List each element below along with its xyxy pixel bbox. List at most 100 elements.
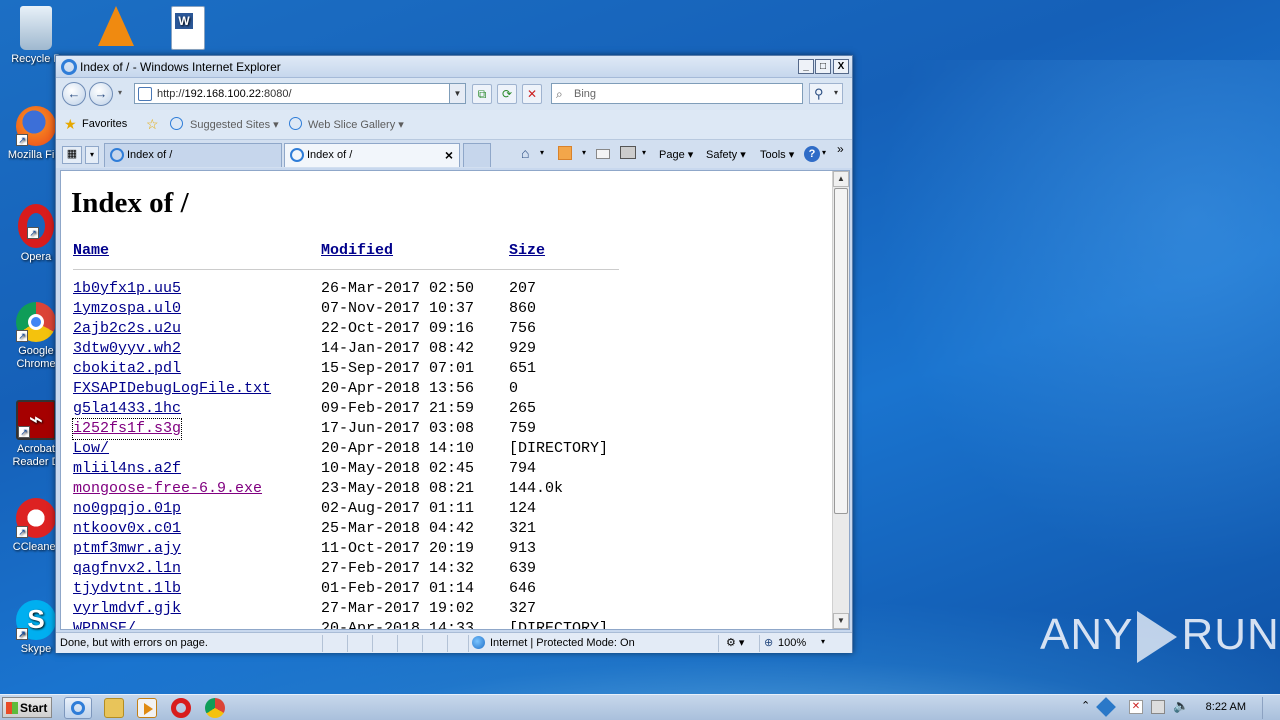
file-link[interactable]: no0gpqjo.01p [73, 499, 181, 519]
action-center-icon[interactable]: ✕ [1129, 700, 1143, 714]
compatibility-view-button[interactable]: ⧉ [472, 84, 492, 104]
modified-date: 20-Apr-2018 14:33 [321, 620, 475, 630]
file-link[interactable]: FXSAPIDebugLogFile.txt [73, 379, 271, 399]
help-icon[interactable]: ? [804, 146, 820, 162]
vertical-scrollbar[interactable]: ▲ ▼ [832, 171, 849, 629]
status-text: Done, but with errors on page. [60, 637, 208, 649]
forward-button[interactable]: → [89, 82, 113, 106]
desktop-icon-word-doc[interactable]: W [152, 6, 224, 53]
file-link[interactable]: 3dtw0yyv.wh2 [73, 339, 181, 359]
zoom-level[interactable]: 100% [778, 637, 806, 649]
tab-label: Index of / [307, 149, 353, 161]
sort-name-link[interactable]: Name [73, 241, 109, 261]
show-hidden-icons-icon[interactable]: ⌃ [1081, 699, 1090, 712]
file-link[interactable]: 2ajb2c2s.u2u [73, 319, 181, 339]
home-icon[interactable]: ⌂ [521, 145, 529, 161]
address-bar[interactable]: http://192.168.100.22:8080/ ▼ [134, 83, 466, 104]
scroll-thumb[interactable] [834, 188, 848, 514]
protected-mode-icon[interactable]: ⚙ ▾ [726, 636, 744, 649]
status-divider [422, 635, 423, 652]
tools-menu[interactable]: Tools ▾ [760, 148, 794, 161]
chevron-down-icon[interactable]: ▾ [582, 148, 586, 157]
tab-close-icon[interactable]: × [445, 147, 453, 163]
anyrun-watermark: ANY RUN [1040, 610, 1280, 664]
chevron-down-icon[interactable]: ▾ [822, 148, 826, 157]
search-input[interactable]: ⌕ Bing [551, 83, 803, 104]
file-link[interactable]: tjydvtnt.1lb [73, 579, 181, 599]
more-commands-icon[interactable]: » [837, 142, 844, 156]
ie-page-icon [110, 148, 124, 162]
new-tab-button[interactable] [463, 143, 491, 167]
system-tray: ⌃ ✕ 🔈 8:22 AM [1075, 695, 1280, 720]
network-status-icon[interactable] [1151, 700, 1165, 714]
chrome-icon: ↗ [16, 302, 56, 342]
file-link[interactable]: qagfnvx2.l1n [73, 559, 181, 579]
modified-date: 27-Feb-2017 14:32 [321, 560, 475, 577]
file-size: 756 [509, 320, 537, 337]
network-tray-icon[interactable] [1096, 697, 1116, 717]
bing-search-icon: ⌕ [556, 87, 563, 101]
print-icon[interactable] [620, 146, 636, 159]
file-link[interactable]: ptmf3mwr.ajy [73, 539, 181, 559]
volume-icon[interactable]: 🔈 [1173, 698, 1189, 714]
tab-list-dropdown[interactable]: ▾ [85, 146, 99, 164]
file-link[interactable]: mliil4ns.a2f [73, 459, 181, 479]
chevron-down-icon[interactable]: ▾ [642, 148, 646, 157]
file-link[interactable]: ntkoov0x.c01 [73, 519, 181, 539]
maximize-button[interactable]: □ [815, 59, 831, 74]
file-link[interactable]: g5la1433.1hc [73, 399, 181, 419]
search-button[interactable]: ⚲ ▾ [809, 83, 843, 104]
web-slice-gallery-link[interactable]: Web Slice Gallery ▾ [308, 118, 404, 131]
tab-index-1[interactable]: Index of / [104, 143, 282, 167]
file-link[interactable]: vyrlmdvf.gjk [73, 599, 181, 619]
clock[interactable]: 8:22 AM [1206, 701, 1246, 713]
add-favorites-icon[interactable]: ☆ [146, 116, 159, 133]
quick-tabs-button[interactable]: ▦ [62, 146, 82, 164]
directory-link[interactable]: Low/ [73, 439, 109, 459]
close-button[interactable]: X [833, 59, 849, 74]
opera-icon: ↗ [18, 204, 54, 248]
favorites-button[interactable]: Favorites [82, 118, 127, 130]
safety-menu[interactable]: Safety ▾ [706, 148, 746, 161]
show-desktop-button[interactable] [1262, 697, 1276, 719]
favorites-star-icon: ★ [64, 116, 77, 132]
back-button[interactable]: ← [62, 82, 86, 106]
directory-link[interactable]: WPDNSE/ [73, 619, 136, 629]
refresh-button[interactable]: ⟳ [497, 84, 517, 104]
file-link[interactable]: 1ymzospa.ul0 [73, 299, 181, 319]
file-link-visited[interactable]: mongoose-free-6.9.exe [73, 479, 262, 499]
tab-index-2[interactable]: Index of / × [284, 143, 460, 167]
minimize-button[interactable]: _ [798, 59, 814, 74]
sort-size-link[interactable]: Size [509, 241, 545, 261]
title-bar[interactable]: Index of / - Windows Internet Explorer _… [56, 56, 852, 78]
status-divider [322, 635, 323, 652]
scroll-down-icon[interactable]: ▼ [833, 613, 849, 629]
modified-date: 14-Jan-2017 08:42 [321, 340, 475, 357]
chevron-down-icon[interactable]: ▾ [540, 148, 544, 157]
desktop-icon-vlc[interactable] [80, 6, 152, 49]
play-icon [1137, 611, 1178, 664]
page-menu[interactable]: Page ▾ [659, 148, 693, 161]
page-content: Index of / Name Modified Size 1b0yfx1p.u… [60, 170, 850, 630]
zoom-dropdown-icon[interactable]: ▾ [821, 637, 825, 646]
media-player-icon[interactable] [137, 698, 157, 718]
scroll-up-icon[interactable]: ▲ [833, 171, 849, 187]
stop-button[interactable]: ✕ [522, 84, 542, 104]
file-link[interactable]: cbokita2.pdl [73, 359, 181, 379]
magnifier-icon: ⚲ [814, 86, 824, 101]
explorer-folder-icon[interactable] [104, 698, 124, 718]
address-dropdown-button[interactable]: ▼ [449, 84, 465, 103]
file-link[interactable]: 1b0yfx1p.uu5 [73, 279, 181, 299]
security-zone-text[interactable]: Internet | Protected Mode: On [490, 637, 635, 649]
read-mail-icon[interactable] [596, 149, 610, 159]
opera-taskbar-icon[interactable] [171, 698, 191, 718]
suggested-sites-link[interactable]: Suggested Sites ▾ [190, 118, 279, 131]
file-link-focused[interactable]: i252fs1f.s3g [71, 418, 183, 440]
history-dropdown-icon[interactable]: ▾ [118, 88, 122, 97]
start-button[interactable]: Start [2, 697, 52, 718]
chrome-taskbar-icon[interactable] [205, 698, 225, 718]
file-size: 144.0k [509, 480, 564, 497]
taskbar-ie-button[interactable] [64, 697, 92, 719]
feeds-icon[interactable] [558, 146, 572, 160]
sort-modified-link[interactable]: Modified [321, 241, 393, 261]
